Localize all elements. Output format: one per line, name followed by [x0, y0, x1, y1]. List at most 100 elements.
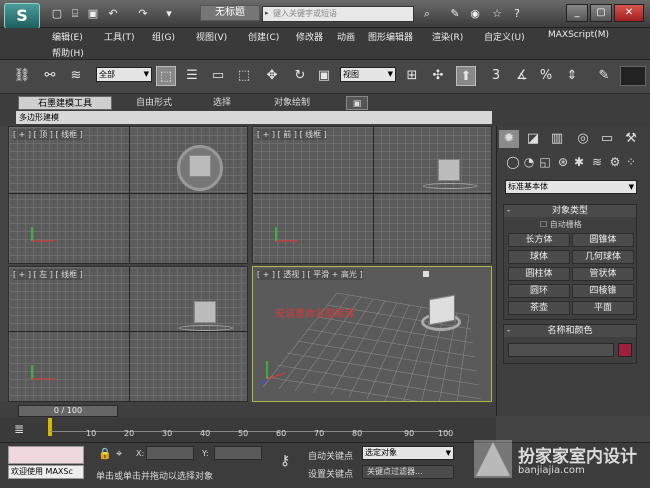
object-color-swatch[interactable] — [618, 343, 632, 357]
helpers-icon[interactable]: ✱ — [571, 154, 587, 170]
reference-coordinate-select[interactable]: 视图 ▼ — [340, 67, 396, 82]
unlink-icon[interactable]: ⚯ — [40, 66, 60, 86]
binoculars-icon[interactable]: ⌕ — [420, 7, 434, 20]
space-warps-icon[interactable]: ≋ — [589, 154, 605, 170]
viewcube-icon[interactable] — [194, 301, 216, 323]
viewcube-icon[interactable] — [429, 294, 455, 326]
angle-snap-icon[interactable]: ∡ — [512, 66, 532, 86]
redo-icon[interactable]: ↷ — [136, 7, 150, 20]
geometry-icon[interactable]: ◯ — [505, 154, 521, 170]
geometry-category-select[interactable]: 标准基本体 ▼ — [505, 180, 637, 194]
menu-group[interactable]: 组(G) — [152, 30, 175, 43]
subscription-icon[interactable]: ◉ — [468, 7, 482, 20]
systems-icon[interactable]: ⚙ — [607, 154, 623, 170]
tools-icon[interactable]: ✎ — [448, 7, 462, 20]
select-link-icon[interactable]: ⛓ — [12, 66, 32, 86]
bind-space-warp-icon[interactable]: ≋ — [66, 66, 86, 86]
menu-views[interactable]: 视图(V) — [196, 30, 227, 43]
tab-freeform[interactable]: 自由形式 — [124, 96, 184, 110]
tab-object-paint[interactable]: 对象绘制 — [262, 96, 322, 110]
shapes-icon[interactable]: ◔ — [521, 154, 537, 170]
close-button[interactable]: ✕ — [614, 4, 644, 22]
menu-modifiers[interactable]: 修改器 — [296, 30, 323, 43]
key-filters-button[interactable]: 关键点过滤器... — [362, 465, 454, 479]
y-coordinate-field[interactable] — [214, 446, 262, 460]
menu-maxscript[interactable]: MAXScript(M) — [548, 30, 609, 40]
edit-named-selection-icon[interactable]: ✎ — [594, 66, 614, 86]
menu-customize[interactable]: 自定义(U) — [484, 30, 525, 43]
select-manipulate-icon[interactable]: ✣ — [428, 66, 448, 86]
maxscript-listener-output[interactable] — [8, 446, 84, 464]
display-tab-icon[interactable]: ▭ — [597, 130, 617, 148]
menu-create[interactable]: 创建(C) — [248, 30, 279, 43]
viewcube-icon[interactable] — [438, 159, 460, 181]
autogrid-checkbox[interactable]: ☐ 自动栅格 — [540, 219, 582, 230]
modify-tab-icon[interactable]: ◪ — [523, 130, 543, 148]
pivot-center-icon[interactable]: ⊞ — [402, 66, 422, 86]
viewcube-icon[interactable] — [189, 155, 211, 177]
menu-help[interactable]: 帮助(H) — [52, 46, 84, 59]
select-object-icon[interactable]: ⬚ — [156, 66, 176, 86]
window-crossing-icon[interactable]: ⬚ — [234, 66, 254, 86]
absolute-mode-icon[interactable]: ⌖ — [116, 447, 122, 461]
auto-key-button[interactable]: 自动关键点 — [308, 449, 353, 462]
named-selection-field[interactable] — [620, 66, 646, 86]
viewport-label-top[interactable]: [ + ] [ 顶 ] [ 线框 ] — [13, 129, 83, 140]
hierarchy-tab-icon[interactable]: ▥ — [547, 130, 567, 148]
create-tab-icon[interactable]: ✹ — [499, 130, 519, 148]
viewport-label-front[interactable]: [ + ] [ 前 ] [ 线框 ] — [257, 129, 327, 140]
percent-snap-icon[interactable]: % — [536, 66, 556, 86]
pyramid-button[interactable]: 四棱锥 — [572, 284, 634, 298]
track-bar[interactable]: ≣ 10 20 30 40 50 60 70 80 90 100 — [0, 418, 496, 442]
lock-icon[interactable]: 🔒 — [98, 447, 112, 460]
viewport-perspective[interactable]: [ + ] [ 透视 ] [ 平滑 + 高光 ] 安装重命名图案库 — [252, 266, 492, 402]
viewport-top[interactable]: [ + ] [ 顶 ] [ 线框 ] — [8, 126, 248, 264]
key-icon[interactable]: ⚷ — [280, 453, 290, 469]
favorites-icon[interactable]: ☆ — [490, 7, 504, 20]
maximize-button[interactable]: ▢ — [590, 4, 612, 22]
select-by-name-icon[interactable]: ☰ — [182, 66, 202, 86]
tab-graphite-modeling[interactable]: 石墨建模工具 — [18, 96, 112, 110]
ribbon-toggle-icon[interactable]: ▣ — [346, 96, 368, 110]
viewport-front[interactable]: [ + ] [ 前 ] [ 线框 ] — [252, 126, 492, 264]
plane-button[interactable]: 平面 — [572, 301, 634, 315]
cylinder-button[interactable]: 圆柱体 — [508, 267, 570, 281]
app-logo-icon[interactable]: S — [4, 3, 40, 29]
time-slider-thumb[interactable]: 0 / 100 — [18, 405, 118, 417]
undo-icon[interactable]: ↶ — [106, 7, 120, 20]
particles-icon[interactable]: ⁘ — [623, 154, 639, 170]
torus-button[interactable]: 圆环 — [508, 284, 570, 298]
box-button[interactable]: 长方体 — [508, 233, 570, 247]
selected-object-select[interactable]: 选定对象 ▼ — [362, 446, 454, 460]
sphere-button[interactable]: 球体 — [508, 250, 570, 264]
open-file-icon[interactable]: ⌸ — [68, 7, 82, 20]
viewport-label-left[interactable]: [ + ] [ 左 ] [ 线框 ] — [13, 269, 83, 280]
tab-selection[interactable]: 选择 — [200, 96, 244, 110]
motion-tab-icon[interactable]: ◎ — [573, 130, 593, 148]
new-file-icon[interactable]: ▢ — [50, 7, 64, 20]
spinner-snap-icon[interactable]: ⇕ — [562, 66, 582, 86]
teapot-button[interactable]: 茶壶 — [508, 301, 570, 315]
cameras-icon[interactable]: ⊛ — [555, 154, 571, 170]
rectangular-selection-icon[interactable]: ▭ — [208, 66, 228, 86]
save-icon[interactable]: ▣ — [86, 7, 100, 20]
x-coordinate-field[interactable] — [146, 446, 194, 460]
search-input[interactable]: 键入关键字或短语 — [262, 6, 414, 22]
minimize-button[interactable]: _ — [566, 4, 588, 22]
scale-icon[interactable]: ▣ — [314, 66, 334, 86]
lights-icon[interactable]: ◱ — [537, 154, 553, 170]
name-and-color-header[interactable]: - 名称和颜色 — [504, 325, 636, 337]
object-type-header[interactable]: - 对象类型 — [504, 205, 636, 217]
mini-curve-editor-icon[interactable]: ≣ — [14, 422, 24, 436]
home-icon[interactable] — [423, 271, 429, 277]
time-slider[interactable]: 0 / 100 — [0, 402, 496, 418]
menu-animation[interactable]: 动画 — [337, 30, 355, 43]
menu-graph-editors[interactable]: 图形编辑器 — [368, 30, 413, 43]
keyboard-shortcut-override-icon[interactable]: ⬆ — [456, 66, 476, 86]
maxscript-listener-input[interactable]: 欢迎使用 MAXSc — [8, 465, 84, 479]
tube-button[interactable]: 管状体 — [572, 267, 634, 281]
menu-tools[interactable]: 工具(T) — [104, 30, 135, 43]
move-icon[interactable]: ✥ — [262, 66, 282, 86]
selection-filter-select[interactable]: 全部 ▼ — [96, 67, 152, 82]
rotate-icon[interactable]: ↻ — [290, 66, 310, 86]
